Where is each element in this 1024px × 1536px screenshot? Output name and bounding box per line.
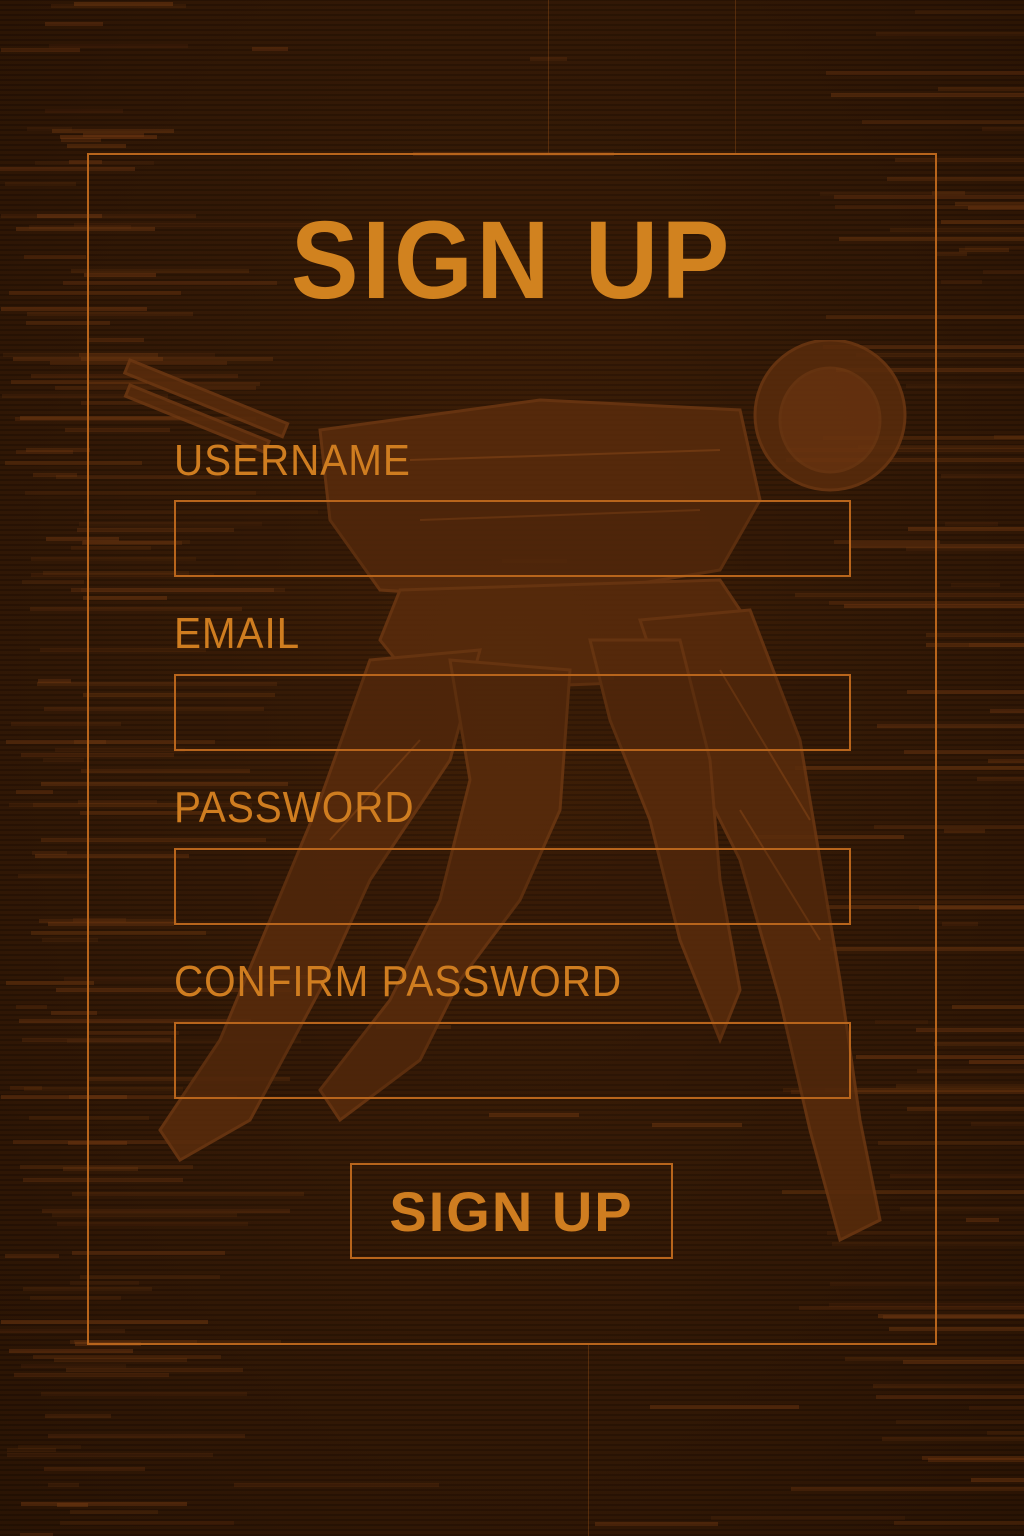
background-streak: [942, 922, 978, 926]
background-streak: [982, 127, 1024, 131]
background-streak: [67, 144, 126, 148]
background-streak: [994, 435, 1024, 439]
background-streak: [876, 1395, 1024, 1399]
background-streak: [60, 135, 157, 139]
background-streak: [941, 474, 1024, 478]
background-streak: [951, 583, 1000, 587]
page-title: SIGN UP: [291, 199, 733, 322]
background-streak: [6, 981, 94, 985]
email-label: EMAIL: [174, 609, 301, 658]
background-streak: [990, 709, 1024, 713]
background-streak: [876, 32, 1024, 36]
background-streak: [26, 448, 90, 452]
background-streak: [70, 1510, 158, 1514]
background-streak: [16, 790, 53, 794]
background-streak: [51, 4, 186, 8]
background-streak: [45, 109, 123, 113]
background-streak: [22, 580, 84, 584]
background-streak: [1, 48, 80, 52]
background-streak: [595, 1522, 718, 1526]
background-streak: [915, 10, 1024, 14]
background-streak: [45, 1414, 111, 1418]
background-streak: [66, 1368, 243, 1372]
background-streak: [48, 1434, 245, 1438]
background-streak: [21, 1502, 187, 1506]
background-streak: [33, 1355, 221, 1359]
background-streak: [45, 22, 103, 26]
background-streak: [926, 633, 1024, 637]
background-streak: [18, 874, 88, 878]
background-streak: [14, 1373, 169, 1377]
background-vline: [735, 0, 736, 153]
background-streak: [252, 47, 288, 51]
background-streak: [52, 129, 174, 133]
background-streak: [5, 182, 76, 186]
username-label: USERNAME: [174, 436, 411, 485]
background-streak: [922, 1456, 1024, 1460]
background-streak: [988, 759, 1024, 763]
confirm-password-label: CONFIRM PASSWORD: [174, 957, 623, 1006]
background-streak: [650, 1405, 799, 1409]
background-streak: [944, 829, 985, 833]
confirm-password-input[interactable]: [174, 1022, 851, 1099]
signup-button[interactable]: SIGN UP: [350, 1163, 673, 1259]
background-streak: [969, 1406, 1024, 1410]
background-streak: [845, 1357, 1024, 1361]
background-streak: [33, 473, 77, 477]
background-streak: [60, 1521, 234, 1525]
background-streak: [48, 1483, 79, 1487]
background-streak: [16, 1005, 47, 1009]
background-streak: [983, 270, 1024, 274]
background-streak: [934, 1042, 1024, 1046]
background-streak: [966, 1218, 999, 1222]
background-streak: [896, 1420, 1024, 1424]
background-streak: [977, 777, 1024, 781]
background-streak: [873, 1384, 1024, 1388]
background-streak: [43, 758, 84, 762]
background-streak: [926, 643, 1024, 647]
background-streak: [882, 1437, 1024, 1441]
background-vline: [588, 1345, 589, 1536]
password-label: PASSWORD: [174, 783, 415, 832]
background-streak: [894, 1521, 1024, 1525]
background-streak: [38, 679, 71, 683]
password-input[interactable]: [174, 848, 851, 925]
background-streak: [7, 1453, 213, 1457]
background-streak: [234, 1483, 439, 1487]
background-streak: [711, 1516, 905, 1520]
background-streak: [945, 522, 998, 526]
background-streak: [826, 71, 1024, 75]
background-streak: [41, 1392, 247, 1396]
background-streak: [969, 1060, 1024, 1064]
background-streak: [57, 1503, 88, 1507]
background-vline: [548, 0, 549, 153]
background-streak: [862, 120, 1024, 124]
background-streak: [971, 1478, 1024, 1482]
background-streak: [791, 1487, 1024, 1491]
email-input[interactable]: [174, 674, 851, 751]
username-input[interactable]: [174, 500, 851, 577]
background-streak: [44, 1467, 145, 1471]
background-streak: [987, 1431, 1024, 1435]
background-streak: [9, 1349, 133, 1353]
background-streak: [18, 1445, 81, 1449]
background-streak: [938, 87, 1024, 91]
background-streak: [831, 93, 1024, 97]
background-streak: [5, 1254, 59, 1258]
background-streak: [971, 1122, 1024, 1126]
background-streak: [952, 1005, 1024, 1009]
